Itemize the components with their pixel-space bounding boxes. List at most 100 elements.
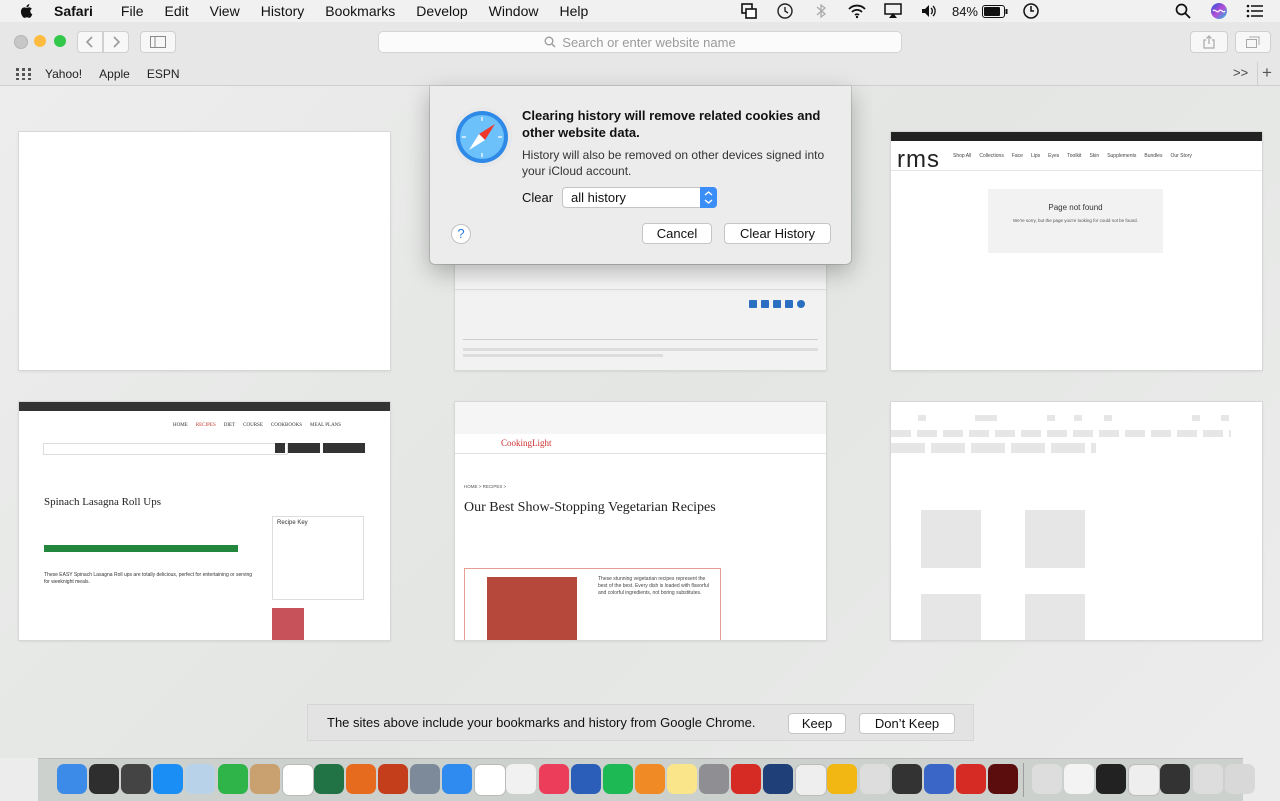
preview-icon[interactable] xyxy=(185,764,216,794)
acrobat-reader-icon[interactable] xyxy=(955,764,986,794)
more-favorites-icon[interactable]: >> xyxy=(1233,65,1248,80)
bluetooth-icon[interactable] xyxy=(810,2,832,20)
word-icon[interactable] xyxy=(570,764,601,794)
close-window-button[interactable] xyxy=(14,35,28,49)
favorite-yahoo[interactable]: Yahoo! xyxy=(45,67,82,81)
menu-bookmarks[interactable]: Bookmarks xyxy=(325,3,395,19)
dialog-title: Clearing history will remove related coo… xyxy=(522,108,821,140)
acrobat-icon[interactable] xyxy=(731,764,762,794)
address-bar[interactable]: Search or enter website name xyxy=(378,31,902,53)
menu-view[interactable]: View xyxy=(210,3,240,19)
status-menus: 84% xyxy=(724,0,1266,22)
flash-icon[interactable] xyxy=(987,764,1018,794)
back-button[interactable] xyxy=(77,31,103,53)
menu-help[interactable]: Help xyxy=(559,3,588,19)
minimize-window-button[interactable] xyxy=(34,35,46,47)
launchpad-icon[interactable] xyxy=(410,764,441,794)
screenshot-icon-3[interactable] xyxy=(1128,764,1161,796)
menu-file[interactable]: File xyxy=(121,3,144,19)
screenshot-icon-5[interactable] xyxy=(1192,764,1223,794)
facebook-icon xyxy=(749,300,757,308)
favorite-espn[interactable]: ESPN xyxy=(147,67,180,81)
document-icon[interactable] xyxy=(1032,764,1062,794)
menu-window[interactable]: Window xyxy=(489,3,539,19)
menu-develop[interactable]: Develop xyxy=(416,3,467,19)
excel-icon[interactable] xyxy=(313,764,344,794)
zoom-window-button[interactable] xyxy=(54,35,66,47)
menu-app-name[interactable]: Safari xyxy=(54,3,93,19)
sidebar-toggle-button[interactable] xyxy=(140,31,176,53)
firefox-icon[interactable] xyxy=(345,764,376,794)
printer-icon[interactable] xyxy=(891,764,922,794)
photo-booth-icon[interactable] xyxy=(121,764,152,794)
top-site-thumbnail-cookinglight[interactable]: CookingLight HOME > RECIPES > Our Best S… xyxy=(455,402,826,640)
screenshot-icon-2[interactable] xyxy=(1096,764,1127,794)
airplay-icon[interactable] xyxy=(882,2,904,20)
screenshot-icon[interactable] xyxy=(1064,764,1095,794)
forward-button[interactable] xyxy=(103,31,129,53)
grid-icon[interactable] xyxy=(16,67,32,80)
dialog-message: History will also be removed on other de… xyxy=(522,148,825,178)
wifi-icon[interactable] xyxy=(846,2,868,20)
notification-center-icon[interactable] xyxy=(1244,2,1266,20)
system-preferences-icon[interactable] xyxy=(699,764,729,794)
keep-button[interactable]: Keep xyxy=(788,713,846,734)
apple-menu-icon[interactable] xyxy=(18,2,36,20)
top-site-thumbnail-loading[interactable] xyxy=(891,402,1262,640)
top-site-thumbnail-skinnytaste[interactable]: HOME RECIPES DIET COURSE COOKBOOKS MEAL … xyxy=(19,402,390,640)
photos-icon[interactable] xyxy=(506,764,537,794)
share-icon xyxy=(1203,35,1215,49)
favorite-apple[interactable]: Apple xyxy=(99,67,130,81)
spotlight-search-icon[interactable] xyxy=(1172,2,1194,20)
facetime-icon[interactable] xyxy=(217,764,248,794)
skinnytaste-nav-item: RECIPES xyxy=(195,423,216,428)
calendar-icon[interactable] xyxy=(281,764,314,796)
clear-range-select[interactable]: all history xyxy=(562,187,717,208)
cancel-button[interactable]: Cancel xyxy=(642,223,712,244)
help-button[interactable]: ? xyxy=(451,224,471,244)
trash-icon[interactable] xyxy=(1224,764,1255,794)
clear-history-dialog: Clearing history will remove related coo… xyxy=(430,86,851,264)
notes-icon[interactable] xyxy=(666,764,697,794)
time-machine-icon[interactable] xyxy=(774,2,796,20)
show-tabs-button[interactable] xyxy=(1235,31,1271,53)
author-photo xyxy=(272,608,304,640)
clear-history-button[interactable]: Clear History xyxy=(724,223,831,244)
rms-nav-item: Collections xyxy=(979,153,1004,159)
safari-compass-icon xyxy=(452,107,512,167)
top-site-thumbnail-blank[interactable] xyxy=(19,132,390,370)
spotify-icon[interactable] xyxy=(602,764,633,794)
rms-nav-item: Toolkit xyxy=(1067,153,1082,159)
blocked-app-icon[interactable] xyxy=(795,764,828,796)
new-tab-icon[interactable]: + xyxy=(1262,63,1272,83)
skinnytaste-nav-item: COOKBOOKS xyxy=(270,423,302,428)
rms-nav-item: Face xyxy=(1011,153,1023,159)
chrome-icon[interactable] xyxy=(474,764,507,796)
pizza-image xyxy=(487,577,577,640)
finder-icon[interactable] xyxy=(57,764,87,794)
onenote-icon[interactable] xyxy=(827,764,858,794)
battery-icon[interactable] xyxy=(982,4,1008,18)
siri-icon[interactable] xyxy=(89,764,120,794)
quicktime-icon[interactable] xyxy=(763,764,794,794)
menu-history[interactable]: History xyxy=(261,3,305,19)
clock-icon[interactable] xyxy=(1020,2,1042,20)
screenshot-icon-4[interactable] xyxy=(1160,764,1191,794)
top-site-thumbnail-rms[interactable]: rms Shop All Collections Face Lips Eyes … xyxy=(891,132,1262,370)
battery-percent[interactable]: 84% xyxy=(952,4,978,19)
volume-icon[interactable] xyxy=(918,2,940,20)
page-not-found-box: Page not found We're sorry, but the page… xyxy=(988,189,1163,253)
safari-icon[interactable] xyxy=(442,764,473,794)
keynote-icon[interactable] xyxy=(923,764,954,794)
menu-edit[interactable]: Edit xyxy=(164,3,188,19)
siri-menu-icon[interactable] xyxy=(1208,2,1230,20)
powerpoint-icon[interactable] xyxy=(378,764,408,794)
app-store-icon[interactable] xyxy=(153,764,184,794)
share-button[interactable] xyxy=(1190,31,1228,53)
contacts-icon[interactable] xyxy=(249,764,280,794)
dont-keep-button[interactable]: Don’t Keep xyxy=(859,713,955,734)
music-icon[interactable] xyxy=(538,764,569,794)
screen-mirror-icon[interactable] xyxy=(738,2,760,20)
books-icon[interactable] xyxy=(634,764,665,794)
blocked-app-icon-2[interactable] xyxy=(859,764,890,794)
